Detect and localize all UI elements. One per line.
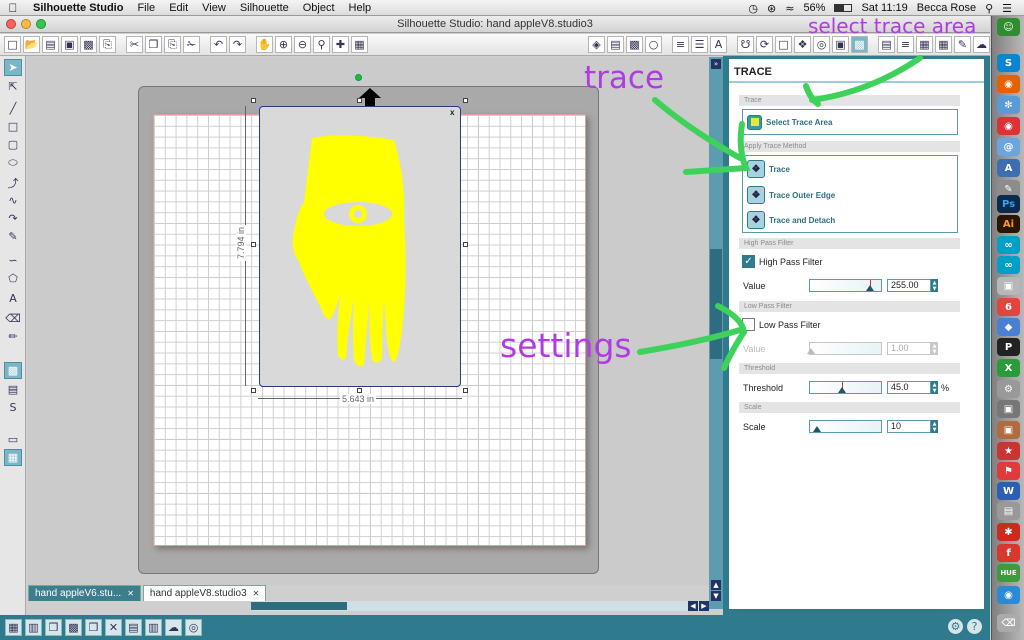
arrow-settings (637, 327, 743, 355)
arrow-select-trace-area (809, 55, 923, 103)
arrow-select-trace-area-head (803, 83, 821, 107)
annotation-select-trace-area: select trace area (808, 14, 977, 38)
arrow-trace (652, 97, 743, 161)
annotation-arrows (637, 55, 923, 371)
annotation-trace: trace (584, 60, 665, 96)
annotation-settings: settings (500, 326, 632, 365)
